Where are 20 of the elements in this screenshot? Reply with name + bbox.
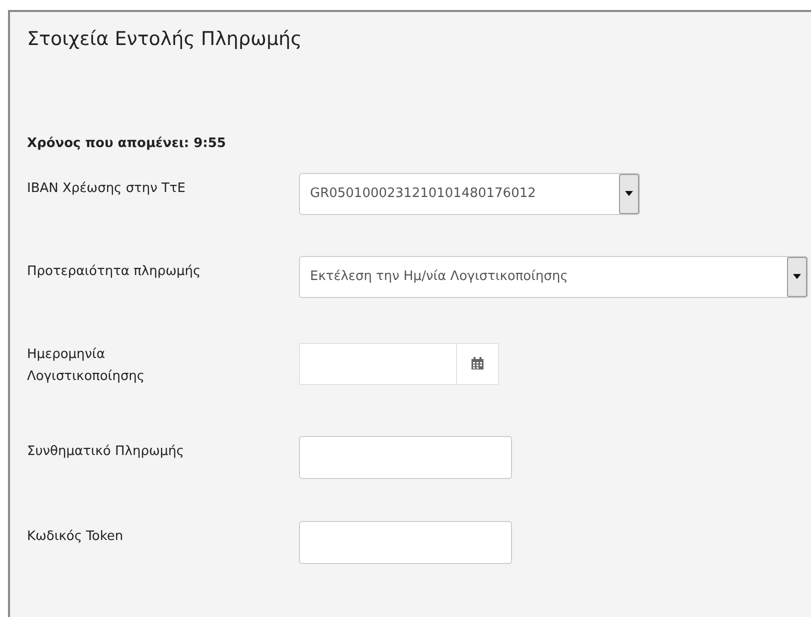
caret-icon xyxy=(625,191,633,196)
dropdown-arrow-button[interactable] xyxy=(619,174,639,214)
input-field[interactable] xyxy=(299,520,512,564)
calendar-icon xyxy=(471,357,484,370)
dropdown[interactable]: Εκτέλεση την Ημ/νία Λογιστικοποίησης xyxy=(299,256,808,298)
field-label: Ημερομηνία Λογιστικοποίησης xyxy=(27,346,146,386)
panel-title: Στοιχεία Εντολής Πληρωμής xyxy=(27,27,303,52)
field-label: Συνθηματικό Πληρωμής xyxy=(27,442,185,460)
field-label: Προτεραιότητα πληρωμής xyxy=(27,262,202,280)
input-field[interactable] xyxy=(299,436,512,478)
calendar-button[interactable] xyxy=(457,342,499,384)
dropdown[interactable]: GR0501000231210101480176012 xyxy=(299,172,640,214)
date-input[interactable] xyxy=(299,342,457,384)
field-label: Κωδικός Token xyxy=(27,528,124,546)
timer-text: Χρόνος που απομένει: 9:55 xyxy=(27,135,227,153)
caret-icon xyxy=(793,274,801,279)
dropdown-arrow-button[interactable] xyxy=(787,256,807,296)
dropdown-value: GR0501000231210101480176012 xyxy=(310,184,537,203)
field-label: IBAN Χρέωσης στην ΤτΕ xyxy=(27,180,186,198)
dropdown-value: Εκτέλεση την Ημ/νία Λογιστικοποίησης xyxy=(310,268,569,286)
